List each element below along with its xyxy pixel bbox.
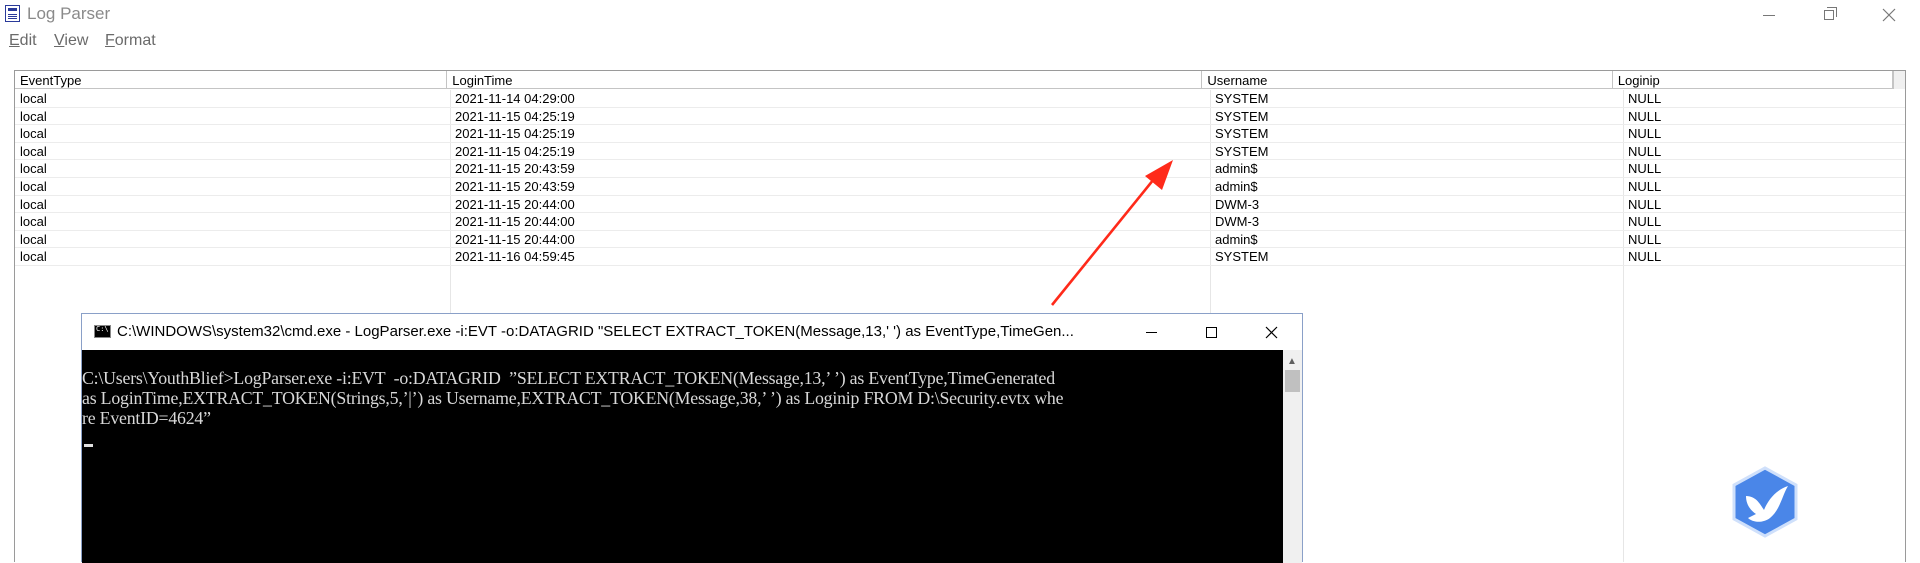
cell-username: admin$ [1215, 178, 1258, 194]
window-title: Log Parser [27, 4, 111, 23]
table-row[interactable]: local 2021-11-15 04:25:19 SYSTEM NULL [15, 108, 1905, 126]
cell-eventtype: local [20, 108, 47, 124]
cell-loginip: NULL [1628, 196, 1662, 212]
table-row[interactable]: local 2021-11-15 04:25:19 SYSTEM NULL [15, 143, 1905, 161]
cell-eventtype: local [20, 91, 47, 106]
cell-username: DWM-3 [1215, 214, 1260, 230]
app-titlebar: Log Parser [0, 0, 1920, 30]
cell-username: DWM-3 [1215, 196, 1260, 212]
cell-eventtype: local [20, 231, 47, 247]
cmd-scrollbar[interactable]: ▲ [1283, 350, 1302, 563]
menu-edit[interactable]: Edit [9, 32, 37, 50]
cell-eventtype: local [20, 214, 47, 230]
minimize-icon [1145, 331, 1157, 333]
scroll-up-icon[interactable]: ▲ [1287, 356, 1297, 367]
column-header-loginip[interactable]: Loginip [1612, 71, 1894, 89]
cell-eventtype: local [20, 126, 47, 142]
cmd-close-button[interactable] [1242, 314, 1300, 350]
menu-bar: Edit View Format [0, 30, 1920, 52]
cmd-maximize-button[interactable] [1182, 314, 1240, 350]
console-line: re EventID=4624” [82, 408, 211, 428]
cell-username: SYSTEM [1215, 91, 1269, 106]
cell-eventtype: local [20, 161, 47, 177]
menu-format[interactable]: Format [105, 32, 156, 50]
cmd-titlebar: C:\WINDOWS\system32\cmd.exe - LogParser.… [82, 314, 1302, 350]
cell-username: admin$ [1215, 161, 1258, 177]
minimize-icon [1763, 14, 1775, 16]
cell-username: SYSTEM [1215, 143, 1269, 159]
table-row[interactable]: local 2021-11-14 04:29:00 SYSTEM NULL [15, 90, 1905, 108]
cell-loginip: NULL [1628, 143, 1662, 159]
cell-loginip: NULL [1628, 214, 1662, 230]
cell-loginip: NULL [1628, 231, 1662, 247]
cell-eventtype: local [20, 196, 47, 212]
console-line: C:\Users\YouthBlief>LogParser.exe -i:EVT… [82, 368, 1055, 388]
close-icon [1882, 8, 1896, 22]
restore-button[interactable] [1800, 0, 1858, 30]
cell-eventtype: local [20, 249, 47, 265]
column-header-eventtype[interactable]: EventType [15, 71, 448, 89]
maximize-icon [1205, 326, 1217, 338]
column-header-username[interactable]: Username [1202, 71, 1613, 89]
menu-view[interactable]: View [54, 32, 88, 50]
cell-eventtype: local [20, 143, 47, 159]
cell-username: SYSTEM [1215, 108, 1269, 124]
cell-logintime: 2021-11-15 04:25:19 [455, 108, 575, 124]
table-row[interactable]: local 2021-11-15 20:44:00 admin$ NULL [15, 231, 1905, 249]
cmd-minimize-button[interactable] [1122, 314, 1180, 350]
cmd-window-title: C:\WINDOWS\system32\cmd.exe - LogParser.… [117, 323, 1074, 340]
cell-username: SYSTEM [1215, 249, 1269, 265]
grid-body: local 2021-11-14 04:29:00 SYSTEM NULL local 2… [15, 90, 1905, 266]
console-line: as LoginTime,EXTRACT_TOKEN(Strings,5,’|’… [82, 388, 1064, 408]
restore-icon [1824, 7, 1837, 20]
cell-username: admin$ [1215, 231, 1258, 247]
watermark-bird-logo [1732, 466, 1798, 538]
grid-scrollbar-corner [1893, 71, 1905, 89]
cell-loginip: NULL [1628, 108, 1662, 124]
logparser-app-icon [5, 5, 20, 22]
table-row[interactable]: local 2021-11-16 04:59:45 SYSTEM NULL [15, 248, 1905, 266]
grid-header: EventType LoginTime Username Loginip [15, 71, 1905, 90]
close-button[interactable] [1860, 0, 1918, 30]
cell-username: SYSTEM [1215, 126, 1269, 142]
console-cursor [84, 444, 93, 447]
table-row[interactable]: local 2021-11-15 20:44:00 DWM-3 NULL [15, 213, 1905, 231]
column-header-logintime[interactable]: LoginTime [447, 71, 1203, 89]
cell-eventtype: local [20, 178, 47, 194]
close-icon [1265, 326, 1277, 338]
cell-loginip: NULL [1628, 178, 1662, 194]
console-output[interactable]: C:\Users\YouthBlief>LogParser.exe -i:EVT… [82, 350, 1283, 563]
scroll-thumb[interactable] [1285, 370, 1300, 392]
cell-logintime: 2021-11-15 04:25:19 [455, 126, 575, 142]
table-row[interactable]: local 2021-11-15 20:43:59 admin$ NULL [15, 178, 1905, 196]
cell-loginip: NULL [1628, 126, 1662, 142]
cell-logintime: 2021-11-15 04:25:19 [455, 143, 575, 159]
cmd-console-icon [94, 325, 111, 338]
table-row[interactable]: local 2021-11-15 20:43:59 admin$ NULL [15, 160, 1905, 178]
cell-loginip: NULL [1628, 91, 1662, 106]
annotation-arrow [1050, 160, 1173, 306]
cell-logintime: 2021-11-14 04:29:00 [455, 91, 575, 106]
cell-loginip: NULL [1628, 161, 1662, 177]
table-row[interactable]: local 2021-11-15 20:44:00 DWM-3 NULL [15, 196, 1905, 214]
cell-loginip: NULL [1628, 249, 1662, 265]
cmd-window[interactable]: C:\WINDOWS\system32\cmd.exe - LogParser.… [81, 313, 1303, 563]
minimize-button[interactable] [1740, 0, 1798, 30]
table-row[interactable]: local 2021-11-15 04:25:19 SYSTEM NULL [15, 125, 1905, 143]
